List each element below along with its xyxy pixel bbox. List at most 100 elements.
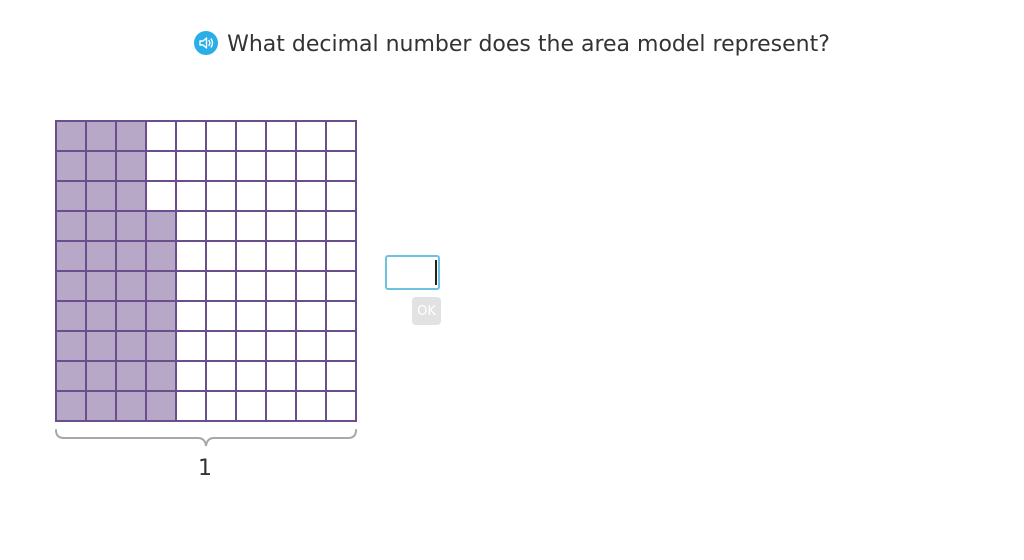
grid-cell (205, 210, 237, 242)
grid-cell (235, 240, 267, 272)
shaded-grid-cell (115, 330, 147, 362)
shaded-grid-cell (55, 120, 87, 152)
grid-cell (175, 120, 207, 152)
grid-cell (145, 150, 177, 182)
grid-cell (325, 270, 357, 302)
grid-cell (325, 240, 357, 272)
grid-cell (295, 330, 327, 362)
grid-cell (205, 330, 237, 362)
grid-cell (205, 120, 237, 152)
grid-cell (265, 120, 297, 152)
grid-cell (175, 270, 207, 302)
shaded-grid-cell (55, 300, 87, 332)
shaded-grid-cell (115, 390, 147, 422)
grid-cell (295, 360, 327, 392)
shaded-grid-cell (145, 390, 177, 422)
grid-cell (205, 300, 237, 332)
shaded-grid-cell (85, 120, 117, 152)
grid-cell (175, 300, 207, 332)
grid-cell (235, 180, 267, 212)
speaker-icon[interactable] (194, 31, 219, 55)
shaded-grid-cell (145, 330, 177, 362)
grid-cell (205, 270, 237, 302)
grid-cell (265, 180, 297, 212)
grid-cell (175, 330, 207, 362)
grid-cell (175, 150, 207, 182)
grid-cell (205, 360, 237, 392)
shaded-grid-cell (55, 180, 87, 212)
shaded-grid-cell (115, 270, 147, 302)
grid-cell (295, 300, 327, 332)
grid-cell (265, 150, 297, 182)
grid-cell (295, 240, 327, 272)
grid-cell (235, 330, 267, 362)
grid-cell (175, 180, 207, 212)
shaded-grid-cell (85, 360, 117, 392)
grid-cell (235, 360, 267, 392)
shaded-grid-cell (55, 360, 87, 392)
shaded-grid-cell (145, 210, 177, 242)
grid-cell (295, 210, 327, 242)
ok-button[interactable]: OK (412, 297, 441, 325)
grid-cell (235, 390, 267, 422)
shaded-grid-cell (55, 390, 87, 422)
shaded-grid-cell (115, 180, 147, 212)
grid-cell (265, 240, 297, 272)
grid-cell (205, 150, 237, 182)
grid-cell (295, 390, 327, 422)
grid-cell (175, 210, 207, 242)
question-row: What decimal number does the area model … (0, 30, 1024, 60)
shaded-grid-cell (85, 390, 117, 422)
shaded-grid-cell (115, 240, 147, 272)
grid-cell (175, 360, 207, 392)
answer-input[interactable] (385, 255, 440, 290)
grid-cell (265, 390, 297, 422)
grid-cell (235, 210, 267, 242)
grid-cell (325, 330, 357, 362)
grid-cell (295, 120, 327, 152)
grid-cell (235, 150, 267, 182)
shaded-grid-cell (85, 180, 117, 212)
grid-cell (325, 360, 357, 392)
shaded-grid-cell (55, 210, 87, 242)
grid-cell (325, 390, 357, 422)
shaded-grid-cell (85, 330, 117, 362)
grid-cell (175, 390, 207, 422)
brace-label: 1 (198, 456, 212, 481)
shaded-grid-cell (145, 300, 177, 332)
grid-cell (205, 180, 237, 212)
shaded-grid-cell (115, 210, 147, 242)
grid-cell (325, 120, 357, 152)
shaded-grid-cell (85, 270, 117, 302)
grid-cell (265, 300, 297, 332)
shaded-grid-cell (115, 300, 147, 332)
grid-cell (145, 180, 177, 212)
grid-cell (175, 240, 207, 272)
shaded-grid-cell (145, 360, 177, 392)
grid-cell (295, 270, 327, 302)
shaded-grid-cell (85, 300, 117, 332)
text-caret (435, 260, 437, 285)
grid-cell (325, 300, 357, 332)
grid-cell (325, 180, 357, 212)
grid-cell (265, 330, 297, 362)
shaded-grid-cell (145, 240, 177, 272)
question-text: What decimal number does the area model … (227, 32, 830, 57)
shaded-grid-cell (55, 150, 87, 182)
shaded-grid-cell (85, 210, 117, 242)
shaded-grid-cell (115, 150, 147, 182)
grid-cell (205, 390, 237, 422)
grid-cell (265, 270, 297, 302)
shaded-grid-cell (85, 240, 117, 272)
grid-cell (265, 360, 297, 392)
grid-cell (325, 210, 357, 242)
grid-cell (145, 120, 177, 152)
grid-cell (235, 300, 267, 332)
grid-cell (235, 120, 267, 152)
grid-cell (205, 240, 237, 272)
area-model-grid (55, 120, 357, 422)
shaded-grid-cell (145, 270, 177, 302)
grid-cell (295, 180, 327, 212)
shaded-grid-cell (115, 360, 147, 392)
shaded-grid-cell (55, 330, 87, 362)
